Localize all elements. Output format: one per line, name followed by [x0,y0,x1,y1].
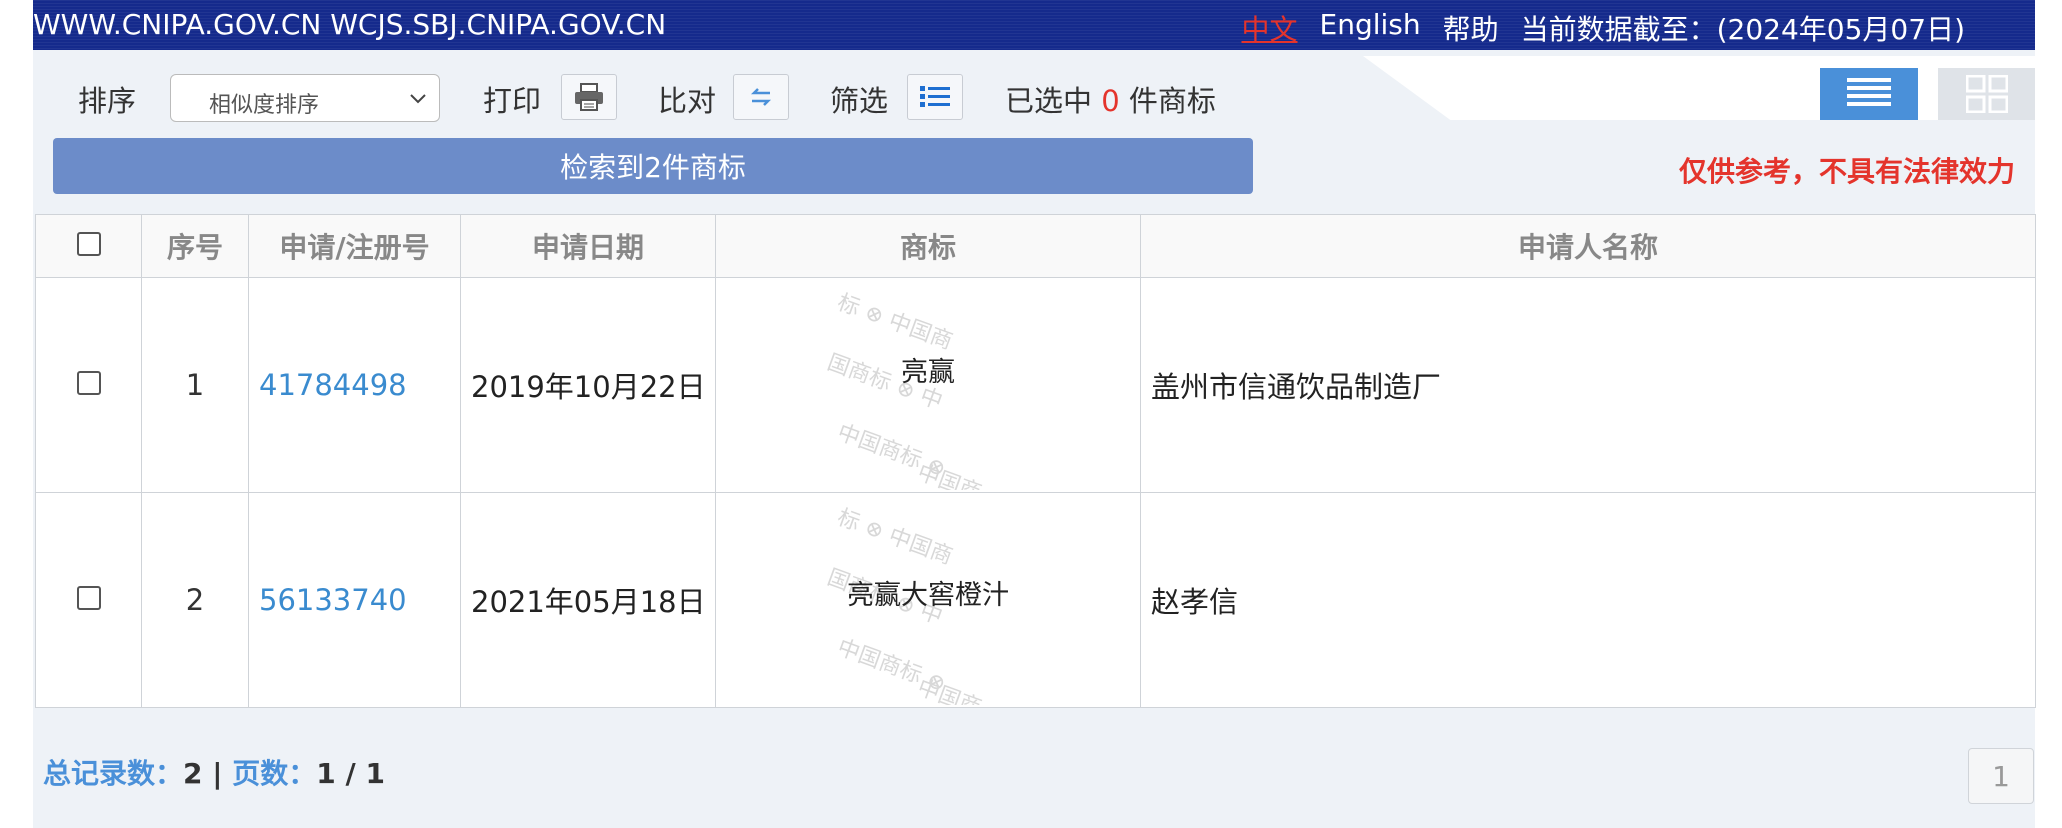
apply-date: 2019年10月22日 [460,277,716,493]
chevron-down-icon [410,94,426,104]
trademark-cell[interactable]: 标 ⊗ 中国商 国商标 ⊗ 中 中国商标 ⊗ 中国商 亮赢大窖橙汁 [715,492,1141,708]
trademark-cell[interactable]: 标 ⊗ 中国商 国商标 ⊗ 中 中国商标 ⊗ 中国商 亮赢 [715,277,1141,493]
lang-chinese-link[interactable]: 中文 [1241,8,1297,48]
print-button[interactable] [561,74,617,120]
view-toggle-area [1363,56,2035,120]
row-seq: 1 [141,277,249,493]
applicant-name: 盖州市信通饮品制造厂 [1140,277,2036,493]
total-label: 总记录数： [43,757,184,790]
help-link[interactable]: 帮助 [1443,8,1499,48]
header-mark[interactable]: 商标 [715,214,1141,278]
top-banner: WWW.CNIPA.GOV.CN WCJS.SBJ.CNIPA.GOV.CN 中… [33,0,2035,50]
svg-text:中国商: 中国商 [914,675,985,705]
header-seq[interactable]: 序号 [141,214,249,278]
pagination-summary: 总记录数：2 | 页数：1 / 1 [43,752,385,792]
grid-view-button[interactable] [1938,68,2035,120]
trademark-text: 亮赢 [901,356,955,388]
sort-select-value: 相似度排序 [209,93,320,118]
list-icon [920,86,950,107]
pages-label: 页数： [232,757,317,790]
svg-text:标 ⊗ 中国商: 标 ⊗ 中国商 [834,290,956,355]
pages-value: 1 / 1 [316,757,385,790]
results-table: 序号 申请/注册号 申请日期 商标 申请人名称 1 41784498 2019年… [35,214,2036,708]
header-applicant[interactable]: 申请人名称 [1140,214,2036,278]
page-1-button[interactable]: 1 [1968,748,2034,804]
grid-view-icon [1965,75,2008,113]
select-all-checkbox[interactable] [76,231,101,256]
site-urls: WWW.CNIPA.GOV.CN WCJS.SBJ.CNIPA.GOV.CN [33,8,667,41]
row-checkbox[interactable] [76,371,101,395]
page: WWW.CNIPA.GOV.CN WCJS.SBJ.CNIPA.GOV.CN 中… [33,0,2036,828]
svg-text:标 ⊗ 中国商: 标 ⊗ 中国商 [834,505,956,570]
disclaimer-text: 仅供参考，不具有法律效力 [1678,155,2015,188]
data-until-text: 当前数据截至：(2024年05月07日) [1520,13,1965,46]
selected-prefix: 已选中 [1005,84,1093,118]
list-view-icon [1847,78,1891,106]
compare-label: 比对 [658,84,717,118]
print-label: 打印 [483,84,542,118]
trademark-text: 亮赢大窖橙汁 [847,579,1009,611]
select-all-cell [35,214,142,278]
selected-suffix: 件商标 [1128,84,1216,118]
row-select-cell [35,277,142,493]
separator: | [212,757,223,790]
compare-button[interactable] [733,74,789,120]
row-checkbox[interactable] [76,586,101,610]
row-select-cell [35,492,142,708]
table-row: 2 56133740 2021年05月18日 标 ⊗ 中国商 国商标 ⊗ 中 中… [35,492,2036,708]
printer-icon [575,83,603,111]
table-header-row: 序号 申请/注册号 申请日期 商标 申请人名称 [35,214,2036,278]
total-value: 2 [183,757,203,790]
toolbar: 排序 相似度排序 打印 比对 筛选 已选中 0 件商标 [33,60,1373,132]
result-summary-bar: 检索到2件商标 [53,138,1253,194]
list-view-button[interactable] [1820,68,1918,120]
selected-count: 0 [1101,84,1120,118]
swap-arrows-icon [750,88,772,106]
filter-button[interactable] [907,74,963,120]
applicant-name: 赵孝信 [1140,492,2036,708]
sort-label: 排序 [78,84,137,118]
top-nav: 中文 English 帮助 当前数据截至：(2024年05月07日) [1241,8,1965,48]
result-summary-text: 检索到2件商标 [560,151,746,184]
apply-date: 2021年05月18日 [460,492,716,708]
lang-english-link[interactable]: English [1320,8,1421,48]
row-seq: 2 [141,492,249,708]
filter-label: 筛选 [830,84,889,118]
reg-no-link[interactable]: 56133740 [248,492,461,708]
sort-select[interactable]: 相似度排序 [170,74,440,122]
header-date[interactable]: 申请日期 [460,214,716,278]
header-reg-no[interactable]: 申请/注册号 [248,214,461,278]
table-row: 1 41784498 2019年10月22日 标 ⊗ 中国商 国商标 ⊗ 中 中… [35,277,2036,493]
selected-count-text: 已选中 0 件商标 [1005,78,1216,120]
svg-text:中国商: 中国商 [914,460,985,490]
reg-no-link[interactable]: 41784498 [248,277,461,493]
